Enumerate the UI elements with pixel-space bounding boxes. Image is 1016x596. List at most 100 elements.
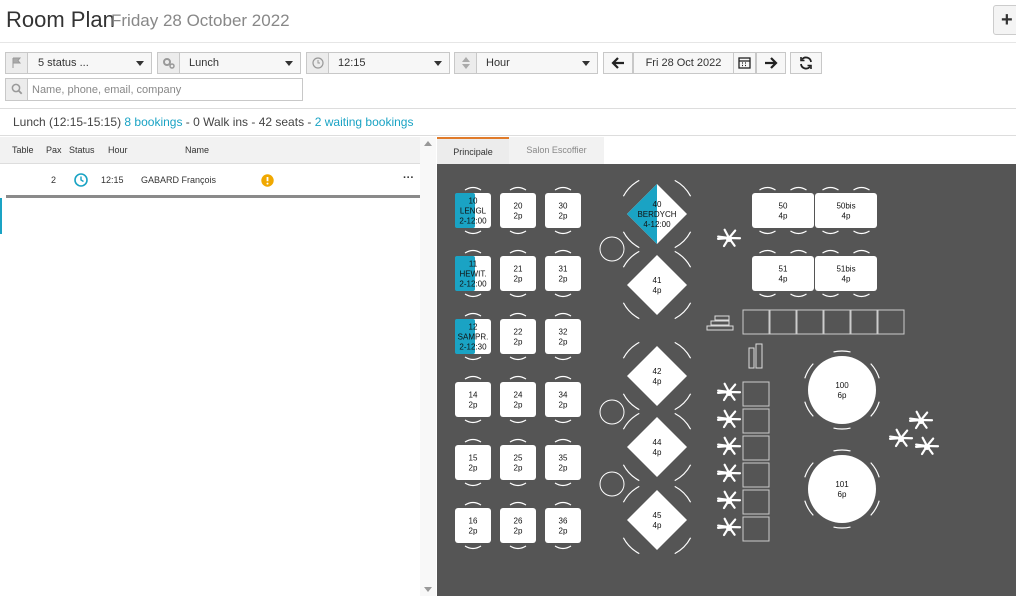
table-label-num: 41 (653, 276, 662, 285)
service-period: Lunch (12:15-15:15) (13, 115, 122, 129)
column-pax[interactable]: Pax (46, 145, 62, 155)
table-42[interactable]: 424p (622, 341, 692, 411)
clock-status-icon (74, 173, 88, 189)
table-label-num: 51bis (836, 265, 855, 274)
table-label-num: 15 (469, 454, 478, 463)
table-25[interactable]: 252p (500, 438, 536, 487)
flag-icon (6, 53, 28, 73)
table-label-cover: 2p (514, 401, 523, 410)
tab-principale[interactable]: Principale (437, 137, 509, 164)
previous-day-button[interactable] (603, 52, 633, 74)
scroll-up-icon[interactable] (424, 141, 432, 146)
table-30[interactable]: 302p (545, 186, 581, 235)
interval-value: Hour (486, 57, 510, 69)
calendar-button[interactable] (733, 52, 756, 74)
table-34[interactable]: 342p (545, 375, 581, 424)
column-table[interactable]: Table (12, 145, 34, 155)
table-label-cover: 4p (653, 521, 662, 530)
table-label-num: 30 (559, 202, 568, 211)
table-15[interactable]: 152p (455, 438, 491, 487)
table-16[interactable]: 162p (455, 501, 491, 550)
column-status[interactable]: Status (69, 145, 95, 155)
pillar (599, 236, 625, 262)
plant-icon (716, 517, 742, 537)
search-input[interactable] (32, 81, 300, 98)
clock-icon (307, 53, 329, 73)
list-scrollbar[interactable] (420, 137, 436, 596)
table-41[interactable]: 414p (622, 250, 692, 320)
table-20[interactable]: 202p (500, 186, 536, 235)
more-options-icon[interactable]: ··· (403, 172, 414, 184)
room-tabs: Principale Salon Escoffier (437, 137, 1016, 164)
table-31[interactable]: 312p (545, 249, 581, 298)
table-101[interactable]: 1016p (804, 449, 880, 529)
table-50bis[interactable]: 50bis4p (815, 186, 877, 235)
status-filter-select[interactable]: 5 status ... (5, 52, 152, 74)
column-hour[interactable]: Hour (108, 145, 128, 155)
table-label-cover: 2-12:00 (459, 217, 487, 226)
plant-icon (716, 409, 742, 429)
table-label-cover: 2p (559, 338, 568, 347)
table-label-num: 50bis (836, 202, 855, 211)
date-field[interactable]: Fri 28 Oct 2022 (633, 52, 734, 74)
booking-hour: 12:15 (101, 175, 124, 185)
bar-stool (796, 309, 824, 335)
table-label-num: 34 (559, 391, 568, 400)
table-12[interactable]: 12SAMPR.2-12:30 (455, 312, 491, 361)
gears-icon (158, 53, 180, 73)
table-100[interactable]: 1006p (804, 350, 880, 430)
plant-icon (908, 410, 934, 430)
table-22[interactable]: 222p (500, 312, 536, 361)
bookings-link[interactable]: 8 bookings (124, 115, 182, 129)
add-button[interactable]: + (993, 5, 1016, 35)
table-label-cover: 4p (653, 377, 662, 386)
refresh-button[interactable] (790, 52, 822, 74)
column-name[interactable]: Name (185, 145, 209, 155)
table-14[interactable]: 142p (455, 375, 491, 424)
page-date: Friday 28 October 2022 (111, 11, 290, 30)
table-label-cover: 4-12:00 (643, 220, 671, 229)
next-day-button[interactable] (756, 52, 786, 74)
table-50[interactable]: 504p (752, 186, 814, 235)
scroll-down-icon[interactable] (424, 587, 432, 592)
table-label-num: 25 (514, 454, 523, 463)
waiting-bookings-link[interactable]: 2 waiting bookings (315, 115, 414, 129)
table-label-cover: 2p (514, 212, 523, 221)
table-45[interactable]: 454p (622, 485, 692, 555)
table-32[interactable]: 322p (545, 312, 581, 361)
table-label-num: 20 (514, 202, 523, 211)
table-label-num: 100 (835, 381, 849, 390)
service-select[interactable]: Lunch (157, 52, 301, 74)
table-label-sub: HEWIT. (459, 270, 486, 279)
table-label-num: 36 (559, 517, 568, 526)
table-26[interactable]: 262p (500, 501, 536, 550)
table-label-cover: 4p (842, 212, 851, 221)
chevron-down-icon (136, 61, 144, 66)
top-bar: Room Plan Friday 28 October 2022 + (0, 0, 1016, 43)
table-21[interactable]: 212p (500, 249, 536, 298)
table-10[interactable]: 10LENGL2-12:00 (455, 186, 491, 235)
tab-salon-escoffier[interactable]: Salon Escoffier (509, 137, 604, 164)
table-label-num: 40 (653, 200, 662, 209)
table-label-num: 16 (469, 517, 478, 526)
table-11[interactable]: 11HEWIT.2-12:00 (455, 249, 491, 298)
table-51[interactable]: 514p (752, 249, 814, 298)
table-label-cover: 2p (514, 338, 523, 347)
table-24[interactable]: 242p (500, 375, 536, 424)
time-select[interactable]: 12:15 (306, 52, 450, 74)
arrow-right-icon (765, 57, 778, 69)
counter-seat (742, 489, 770, 515)
plant-icon (716, 228, 742, 248)
table-36[interactable]: 362p (545, 501, 581, 550)
interval-select[interactable]: Hour (454, 52, 598, 74)
table-35[interactable]: 352p (545, 438, 581, 487)
table-label-num: 11 (469, 260, 478, 269)
booking-row[interactable]: 2 12:15 GABARD François ··· (0, 165, 420, 195)
bar-stool (877, 309, 905, 335)
page-title: Room Plan (6, 7, 115, 32)
table-40[interactable]: 40BERDYCH4-12:00 (622, 179, 692, 249)
table-44[interactable]: 444p (622, 412, 692, 482)
table-51bis[interactable]: 51bis4p (815, 249, 877, 298)
table-label-cover: 4p (653, 286, 662, 295)
floor-plan-canvas: 10LENGL2-12:0011HEWIT.2-12:0012SAMPR.2-1… (455, 179, 940, 555)
